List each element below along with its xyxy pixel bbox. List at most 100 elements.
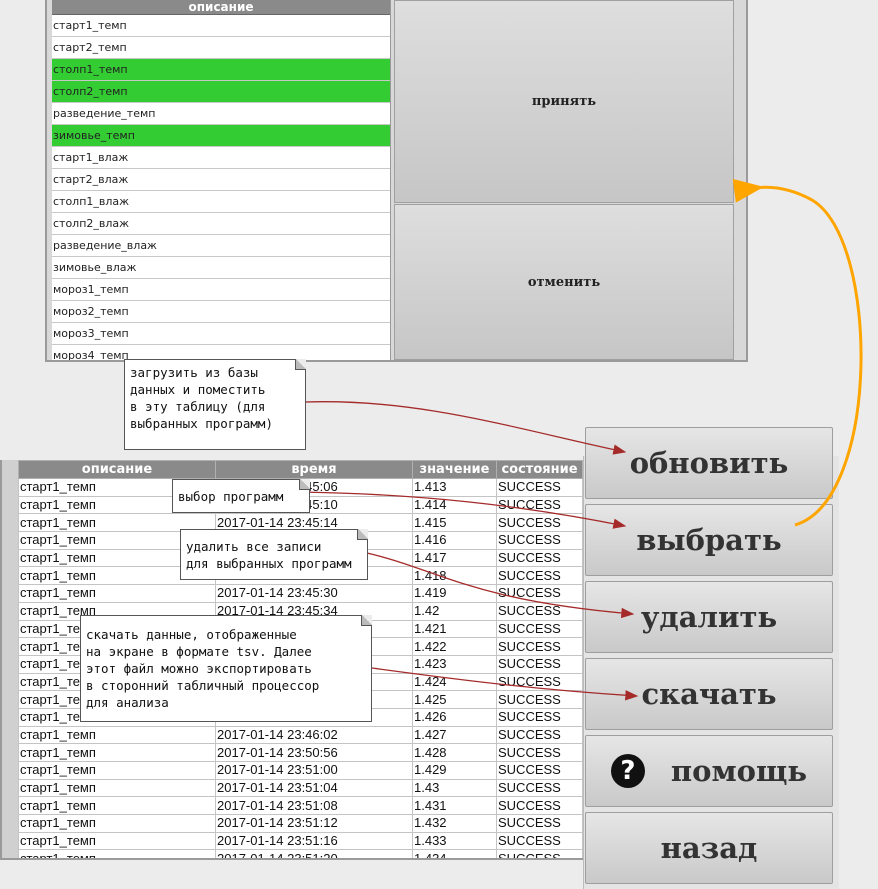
cell-value: 1.418 [412,566,497,586]
cell-status: SUCCESS [496,531,583,550]
refresh-label: обновить [629,446,789,480]
program-list-item[interactable]: мороз1_темп [52,279,390,301]
program-list[interactable]: описание старт1_темп старт2_темп столп1_те… [52,0,391,360]
program-select-dialog: описание старт1_темп старт2_темп столп1_те… [45,0,748,362]
cell-status: SUCCESS [496,548,583,568]
cancel-button[interactable]: отменить [394,204,734,360]
cell-status: SUCCESS [496,672,583,692]
cell-value: 1.417 [412,548,497,568]
data-table-header-row: описание время значение состояние [18,460,583,479]
cell-status: SUCCESS [496,725,583,745]
program-list-item[interactable]: столп2_темп [52,81,390,103]
cell-status: SUCCESS [496,584,583,603]
column-header-time[interactable]: время [215,460,413,479]
program-list-header: описание [52,0,390,15]
cell-time: 2017-01-14 23:51:08 [215,796,413,816]
program-list-item[interactable]: столп1_влаж [52,191,390,213]
cell-value: 1.416 [412,531,497,550]
cell-value: 1.415 [412,513,497,533]
cell-status: SUCCESS [496,478,583,497]
select-label: выбрать [636,523,782,557]
help-icon: ? [610,754,645,788]
delete-label: удалить [640,600,778,634]
accept-button[interactable]: принять [394,0,734,203]
table-row[interactable]: старт1_темп 2017-01-14 23:45:30 1.419 SUCCE… [18,584,583,603]
program-list-item[interactable]: зимовье_темп [52,125,390,147]
program-list-item[interactable]: старт1_влаж [52,147,390,169]
table-row[interactable]: старт1_темп 2017-01-14 23:51:00 1.429 SUCCE… [18,761,583,780]
callout-delete: удалить все записи для выбранных програм… [180,529,368,580]
cell-status: SUCCESS [496,778,583,798]
cell-value: 1.428 [412,743,497,762]
cell-status: SUCCESS [496,619,583,639]
cell-value: 1.424 [412,672,497,692]
download-label: скачать [641,677,777,711]
cell-status: SUCCESS [496,831,583,851]
table-row[interactable]: старт1_темп 2017-01-14 23:50:56 1.428 SUCCE… [18,743,583,762]
cell-value: 1.434 [412,849,497,858]
table-row[interactable]: старт1_темп 2017-01-14 23:46:02 1.427 SUCCE… [18,725,583,745]
table-row[interactable]: старт1_темп 2017-01-14 23:51:08 1.431 SUCCE… [18,796,583,816]
cell-description: старт1_темп [18,725,216,745]
table-row[interactable]: старт1_темп 2017-01-14 23:51:20 1.434 SUCCE… [18,849,583,858]
help-button[interactable]: ? помощь [585,735,833,807]
program-list-item[interactable]: мороз2_темп [52,301,390,323]
table-row[interactable]: старт1_темп 2017-01-14 23:51:12 1.432 SUCCE… [18,814,583,833]
back-button[interactable]: назад [585,812,833,884]
cell-value: 1.413 [412,478,497,497]
program-list-rows: старт1_темп старт2_темп столп1_темп столп2_… [52,15,390,360]
cell-status: SUCCESS [496,707,583,727]
program-list-item[interactable]: старт2_влаж [52,169,390,191]
cell-value: 1.423 [412,654,497,674]
program-list-item[interactable]: столп1_темп [52,59,390,81]
cell-status: SUCCESS [496,690,583,709]
cell-value: 1.432 [412,814,497,833]
cell-value: 1.433 [412,831,497,851]
cell-value: 1.419 [412,584,497,603]
table-row[interactable]: старт1_темп 2017-01-14 23:51:16 1.433 SUCCE… [18,831,583,851]
cell-time: 2017-01-14 23:51:16 [215,831,413,851]
table-row[interactable]: старт1_темп 2017-01-14 23:51:04 1.43 SUCCES… [18,778,583,798]
cell-time: 2017-01-14 23:50:56 [215,743,413,762]
program-list-item[interactable]: столп2_влаж [52,213,390,235]
column-header-description[interactable]: описание [18,460,216,479]
cell-status: SUCCESS [496,513,583,533]
cell-status: SUCCESS [496,814,583,833]
cell-value: 1.422 [412,637,497,656]
program-list-item[interactable]: разведение_влаж [52,235,390,257]
program-list-item[interactable]: зимовье_влаж [52,257,390,279]
cell-status: SUCCESS [496,796,583,816]
cell-status: SUCCESS [496,761,583,780]
cell-time: 2017-01-14 23:51:12 [215,814,413,833]
cell-value: 1.421 [412,619,497,639]
refresh-button[interactable]: обновить [585,427,833,499]
cell-value: 1.43 [412,778,497,798]
program-list-item[interactable]: мороз4_темп [52,345,390,360]
select-button[interactable]: выбрать [585,504,833,576]
cell-description: старт1_темп [18,796,216,816]
callout-download: скачать данные, отображенные на экране в… [80,615,372,722]
program-list-item[interactable]: старт1_темп [52,15,390,37]
cell-value: 1.414 [412,495,497,515]
cell-status: SUCCESS [496,637,583,656]
arrow-load [304,401,627,455]
cell-status: SUCCESS [496,566,583,586]
cell-status: SUCCESS [496,495,583,515]
cell-description: старт1_темп [18,761,216,780]
cell-description: старт1_темп [18,814,216,833]
column-header-status[interactable]: состояние [496,460,583,479]
program-list-item[interactable]: разведение_темп [52,103,390,125]
cell-description: старт1_темп [18,743,216,762]
delete-button[interactable]: удалить [585,581,833,653]
cell-description: старт1_темп [18,849,216,858]
cell-time: 2017-01-14 23:45:30 [215,584,413,603]
cell-value: 1.427 [412,725,497,745]
help-label: помощь [670,754,808,788]
cell-description: старт1_темп [18,778,216,798]
cell-time: 2017-01-14 23:51:20 [215,849,413,858]
column-header-value[interactable]: значение [412,460,497,479]
cell-time: 2017-01-14 23:46:02 [215,725,413,745]
program-list-item[interactable]: старт2_темп [52,37,390,59]
program-list-item[interactable]: мороз3_темп [52,323,390,345]
download-button[interactable]: скачать [585,658,833,730]
